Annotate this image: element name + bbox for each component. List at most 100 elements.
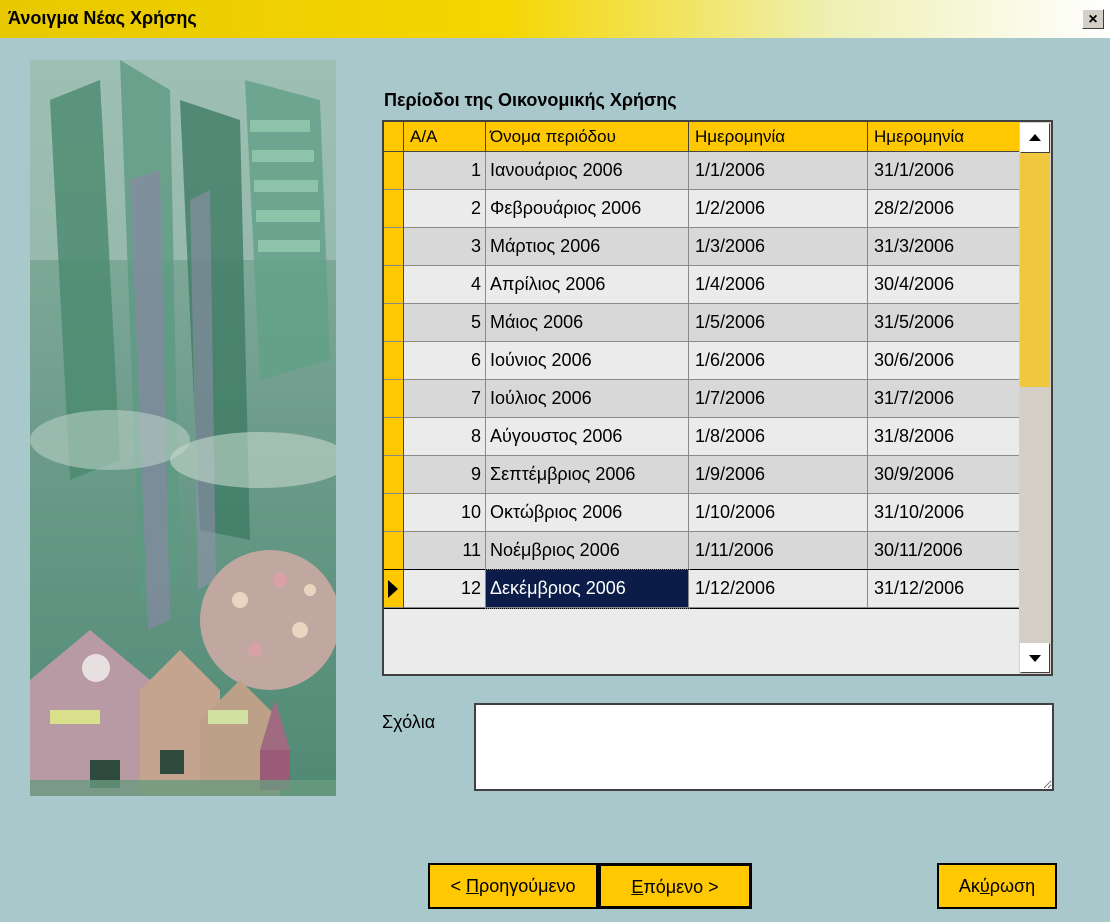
header-indicator — [384, 122, 404, 152]
next-button[interactable]: Επόμενο > — [598, 863, 752, 909]
title-bar: Άνοιγμα Νέας Χρήσης × — [0, 0, 1110, 38]
comments-input[interactable] — [474, 703, 1054, 791]
cell-period-name[interactable]: Οκτώβριος 2006 — [486, 494, 689, 532]
previous-accel: Π — [465, 876, 479, 896]
table-row[interactable]: 2 Φεβρουάριος 2006 1/2/2006 28/2/2006 — [384, 190, 1020, 228]
cell-start-date[interactable]: 1/3/2006 — [689, 228, 868, 266]
cell-aa[interactable]: 5 — [404, 304, 486, 342]
cell-aa[interactable]: 10 — [404, 494, 486, 532]
cell-period-name[interactable]: Δεκέμβριος 2006 — [485, 569, 690, 609]
next-accel: Ε — [631, 877, 644, 897]
cancel-accel: ύ — [979, 876, 990, 896]
column-header-name[interactable]: Όνομα περιόδου — [486, 122, 689, 152]
cell-end-date[interactable]: 31/5/2006 — [868, 304, 1020, 342]
previous-label: ροηγούμενο — [478, 876, 576, 896]
cell-start-date[interactable]: 1/11/2006 — [689, 532, 868, 570]
column-header-aa[interactable]: A/A — [404, 122, 486, 152]
close-icon: × — [1088, 11, 1098, 28]
row-indicator — [384, 304, 404, 342]
cell-end-date[interactable]: 30/11/2006 — [868, 532, 1020, 570]
cell-end-date[interactable]: 30/6/2006 — [868, 342, 1020, 380]
cell-end-date[interactable]: 30/9/2006 — [868, 456, 1020, 494]
cell-start-date[interactable]: 1/5/2006 — [689, 304, 868, 342]
cell-start-date[interactable]: 1/8/2006 — [689, 418, 868, 456]
row-indicator — [384, 418, 404, 456]
row-pointer-icon — [384, 570, 404, 608]
table-row[interactable]: 5 Μάιος 2006 1/5/2006 31/5/2006 — [384, 304, 1020, 342]
cell-aa[interactable]: 6 — [404, 342, 486, 380]
cell-period-name[interactable]: Απρίλιος 2006 — [486, 266, 689, 304]
cell-period-name[interactable]: Μάιος 2006 — [486, 304, 689, 342]
cell-end-date[interactable]: 28/2/2006 — [868, 190, 1020, 228]
column-header-end-date[interactable]: Ημερομηνία — [868, 122, 1020, 152]
table-row[interactable]: 1 Ιανουάριος 2006 1/1/2006 31/1/2006 — [384, 152, 1020, 190]
table-row[interactable]: 6 Ιούνιος 2006 1/6/2006 30/6/2006 — [384, 342, 1020, 380]
table-row[interactable]: 8 Αύγουστος 2006 1/8/2006 31/8/2006 — [384, 418, 1020, 456]
cell-period-name[interactable]: Ιανουάριος 2006 — [486, 152, 689, 190]
row-indicator — [384, 190, 404, 228]
cell-end-date[interactable]: 30/4/2006 — [868, 266, 1020, 304]
table-row[interactable]: 10 Οκτώβριος 2006 1/10/2006 31/10/2006 — [384, 494, 1020, 532]
cell-start-date[interactable]: 1/9/2006 — [689, 456, 868, 494]
grid-header-row: A/A Όνομα περιόδου Ημερομηνία Ημερομηνία — [384, 122, 1020, 152]
cell-aa[interactable]: 1 — [404, 152, 486, 190]
cancel-button[interactable]: Ακύρωση — [937, 863, 1057, 909]
row-indicator — [384, 228, 404, 266]
row-indicator — [384, 532, 404, 570]
table-row[interactable]: 11 Νοέμβριος 2006 1/11/2006 30/11/2006 — [384, 532, 1020, 570]
cell-start-date[interactable]: 1/1/2006 — [689, 152, 868, 190]
cell-end-date[interactable]: 31/12/2006 — [868, 570, 1020, 608]
cancel-pre: Ακ — [958, 876, 980, 896]
row-indicator — [384, 494, 404, 532]
cell-start-date[interactable]: 1/10/2006 — [689, 494, 868, 532]
close-button[interactable]: × — [1082, 9, 1104, 29]
next-label: πόμενο > — [643, 877, 719, 897]
vertical-scrollbar[interactable] — [1019, 122, 1051, 674]
table-row[interactable]: 9 Σεπτέμβριος 2006 1/9/2006 30/9/2006 — [384, 456, 1020, 494]
row-indicator — [384, 152, 404, 190]
cancel-label: ρωση — [989, 876, 1036, 896]
cell-aa[interactable]: 4 — [404, 266, 486, 304]
row-indicator — [384, 380, 404, 418]
periods-grid[interactable]: A/A Όνομα περιόδου Ημερομηνία Ημερομηνία… — [382, 120, 1053, 676]
arrow-down-icon[interactable] — [1020, 643, 1050, 673]
cell-start-date[interactable]: 1/12/2006 — [689, 570, 868, 608]
cell-aa[interactable]: 7 — [404, 380, 486, 418]
cell-aa[interactable]: 8 — [404, 418, 486, 456]
cell-end-date[interactable]: 31/8/2006 — [868, 418, 1020, 456]
row-indicator — [384, 342, 404, 380]
cell-aa[interactable]: 12 — [404, 570, 486, 608]
table-row[interactable]: 4 Απρίλιος 2006 1/4/2006 30/4/2006 — [384, 266, 1020, 304]
decorative-artwork — [30, 60, 336, 796]
previous-prefix: < — [450, 876, 466, 896]
cell-end-date[interactable]: 31/1/2006 — [868, 152, 1020, 190]
column-header-start-date[interactable]: Ημερομηνία — [689, 122, 868, 152]
previous-button[interactable]: < Προηγούμενο — [428, 863, 598, 909]
cell-aa[interactable]: 3 — [404, 228, 486, 266]
cell-period-name[interactable]: Σεπτέμβριος 2006 — [486, 456, 689, 494]
cell-end-date[interactable]: 31/10/2006 — [868, 494, 1020, 532]
cell-period-name[interactable]: Αύγουστος 2006 — [486, 418, 689, 456]
cell-start-date[interactable]: 1/2/2006 — [689, 190, 868, 228]
cell-period-name[interactable]: Νοέμβριος 2006 — [486, 532, 689, 570]
cell-start-date[interactable]: 1/7/2006 — [689, 380, 868, 418]
table-row[interactable]: 7 Ιούλιος 2006 1/7/2006 31/7/2006 — [384, 380, 1020, 418]
cell-period-name[interactable]: Μάρτιος 2006 — [486, 228, 689, 266]
cell-start-date[interactable]: 1/4/2006 — [689, 266, 868, 304]
cell-aa[interactable]: 11 — [404, 532, 486, 570]
cell-period-name[interactable]: Φεβρουάριος 2006 — [486, 190, 689, 228]
cell-end-date[interactable]: 31/7/2006 — [868, 380, 1020, 418]
cell-start-date[interactable]: 1/6/2006 — [689, 342, 868, 380]
window-title: Άνοιγμα Νέας Χρήσης — [8, 8, 197, 28]
row-indicator — [384, 456, 404, 494]
cell-aa[interactable]: 2 — [404, 190, 486, 228]
cell-end-date[interactable]: 31/3/2006 — [868, 228, 1020, 266]
arrow-up-icon[interactable] — [1020, 123, 1050, 153]
cell-period-name[interactable]: Ιούνιος 2006 — [486, 342, 689, 380]
scrollbar-thumb[interactable] — [1020, 153, 1050, 387]
table-row[interactable]: 12 Δεκέμβριος 2006 1/12/2006 31/12/2006 — [384, 569, 1021, 609]
table-row[interactable]: 3 Μάρτιος 2006 1/3/2006 31/3/2006 — [384, 228, 1020, 266]
cell-aa[interactable]: 9 — [404, 456, 486, 494]
periods-title: Περίοδοι της Οικονομικής Χρήσης — [384, 90, 677, 110]
cell-period-name[interactable]: Ιούλιος 2006 — [486, 380, 689, 418]
